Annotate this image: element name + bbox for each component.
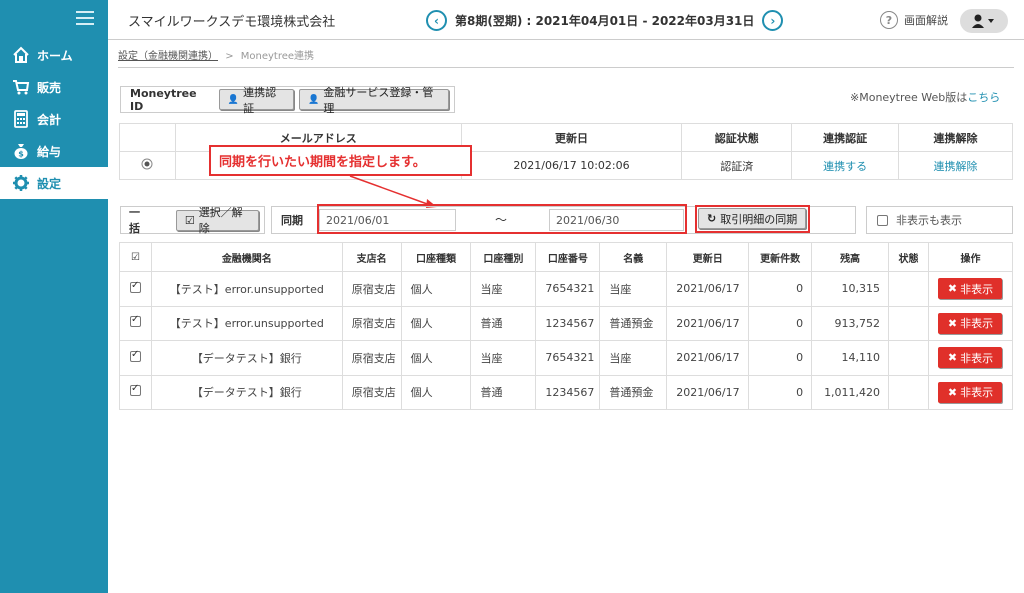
- number-cell: 1234567: [535, 374, 601, 410]
- updated-cell: 2021/06/17: [666, 340, 750, 376]
- hide-button[interactable]: ✖ 非表示: [938, 347, 1003, 369]
- state-cell: [888, 340, 929, 376]
- bank-cell: 【テスト】error.unsupported: [150, 305, 343, 341]
- col-header-branch: 支店名: [341, 242, 402, 272]
- col-header-type: 口座種別: [470, 242, 537, 272]
- count-cell: 0: [748, 340, 813, 376]
- kind-cell: 個人: [400, 271, 472, 307]
- branch-cell: 原宿支店: [341, 271, 402, 307]
- period-label: 同期: [281, 214, 303, 227]
- kind-cell: 個人: [400, 374, 472, 410]
- table-row: 【テスト】error.unsupported 原宿支店 個人 当座 765432…: [119, 271, 1014, 307]
- row-checkbox[interactable]: [129, 314, 141, 328]
- col-header-count: 更新件数: [748, 242, 813, 272]
- row-checkbox[interactable]: [129, 383, 141, 397]
- hide-button-label: 非表示: [960, 282, 994, 296]
- hide-button-label: 非表示: [960, 317, 994, 331]
- updated-cell: 2021/06/17: [666, 305, 750, 341]
- type-cell: 普通: [470, 305, 537, 341]
- state-cell: [888, 374, 929, 410]
- bank-cell: 【データテスト】銀行: [150, 374, 343, 410]
- holder-cell: 普通預金: [599, 305, 668, 341]
- hide-button[interactable]: ✖ 非表示: [938, 381, 1003, 403]
- type-cell: 当座: [470, 340, 537, 376]
- kind-cell: 個人: [400, 305, 472, 341]
- table-row: 【テスト】error.unsupported 原宿支店 個人 普通 123456…: [119, 305, 1014, 341]
- table-header-row: ☑ 金融機関名 支店名 口座種類 口座種別 口座番号 名義 更新日 更新件数 残…: [119, 242, 1014, 272]
- hide-button-label: 非表示: [960, 351, 994, 365]
- branch-cell: 原宿支店: [341, 305, 402, 341]
- hide-button[interactable]: ✖ 非表示: [938, 278, 1003, 300]
- bank-cell: 【テスト】error.unsupported: [150, 271, 343, 307]
- holder-cell: 普通預金: [599, 374, 668, 410]
- type-cell: 普通: [470, 374, 537, 410]
- branch-cell: 原宿支店: [341, 340, 402, 376]
- col-header-number: 口座番号: [535, 242, 601, 272]
- hide-button[interactable]: ✖ 非表示: [938, 312, 1003, 334]
- table-row: 【データテスト】銀行 原宿支店 個人 当座 7654321 当座 2021/06…: [119, 340, 1014, 376]
- bulk-label: 一括: [129, 206, 140, 235]
- row-checkbox[interactable]: [129, 349, 141, 362]
- col-header-actions: 操作: [927, 242, 1014, 272]
- holder-cell: 当座: [599, 340, 668, 376]
- show-hidden-box: 非表示も表示: [866, 206, 1013, 234]
- col-header-kind: 口座種類: [400, 242, 472, 272]
- kind-cell: 個人: [400, 340, 472, 376]
- close-icon: ✖: [947, 351, 958, 365]
- count-cell: 0: [748, 374, 813, 410]
- updated-cell: 2021/06/17: [666, 271, 750, 307]
- state-cell: [888, 271, 929, 307]
- holder-cell: 当座: [599, 271, 668, 307]
- updated-cell: 2021/06/17: [666, 374, 750, 410]
- show-hidden-checkbox[interactable]: [877, 214, 888, 226]
- count-cell: 0: [748, 271, 813, 307]
- balance-cell: 10,315: [811, 271, 890, 307]
- close-icon: ✖: [947, 316, 958, 330]
- number-cell: 1234567: [535, 305, 601, 341]
- col-header-updated: 更新日: [666, 242, 750, 272]
- number-cell: 7654321: [535, 271, 601, 307]
- number-cell: 7654321: [535, 340, 601, 376]
- balance-cell: 1,011,420: [811, 374, 890, 410]
- state-cell: [888, 305, 929, 341]
- count-cell: 0: [748, 305, 813, 341]
- col-header-bank: 金融機関名: [150, 242, 343, 272]
- balance-cell: 913,752: [811, 305, 890, 341]
- hide-button-label: 非表示: [960, 386, 994, 400]
- col-header-state: 状態: [888, 242, 929, 272]
- highlight-frame: [695, 205, 810, 233]
- bank-cell: 【データテスト】銀行: [150, 340, 343, 376]
- row-checkbox[interactable]: [129, 280, 141, 293]
- account-list-table: ☑ 金融機関名 支店名 口座種類 口座種別 口座番号 名義 更新日 更新件数 残…: [119, 242, 1014, 410]
- close-icon: ✖: [947, 282, 958, 296]
- col-header-holder: 名義: [599, 242, 668, 272]
- highlight-frame: [317, 204, 687, 234]
- select-all-checkbox[interactable]: ☑: [119, 242, 152, 272]
- bulk-select-box: 一括 ☑ 選択／解除: [120, 206, 265, 235]
- balance-cell: 14,110: [811, 340, 890, 376]
- select-toggle-button[interactable]: ☑ 選択／解除: [175, 206, 259, 235]
- select-toggle-label: 選択／解除: [198, 206, 243, 235]
- branch-cell: 原宿支店: [341, 374, 402, 410]
- show-hidden-label: 非表示も表示: [896, 214, 962, 227]
- table-row: 【データテスト】銀行 原宿支店 個人 普通 1234567 普通預金 2021/…: [119, 374, 1014, 410]
- col-header-balance: 残高: [811, 242, 890, 272]
- check-square-icon: ☑: [184, 213, 195, 227]
- type-cell: 当座: [470, 271, 537, 307]
- close-icon: ✖: [947, 385, 958, 399]
